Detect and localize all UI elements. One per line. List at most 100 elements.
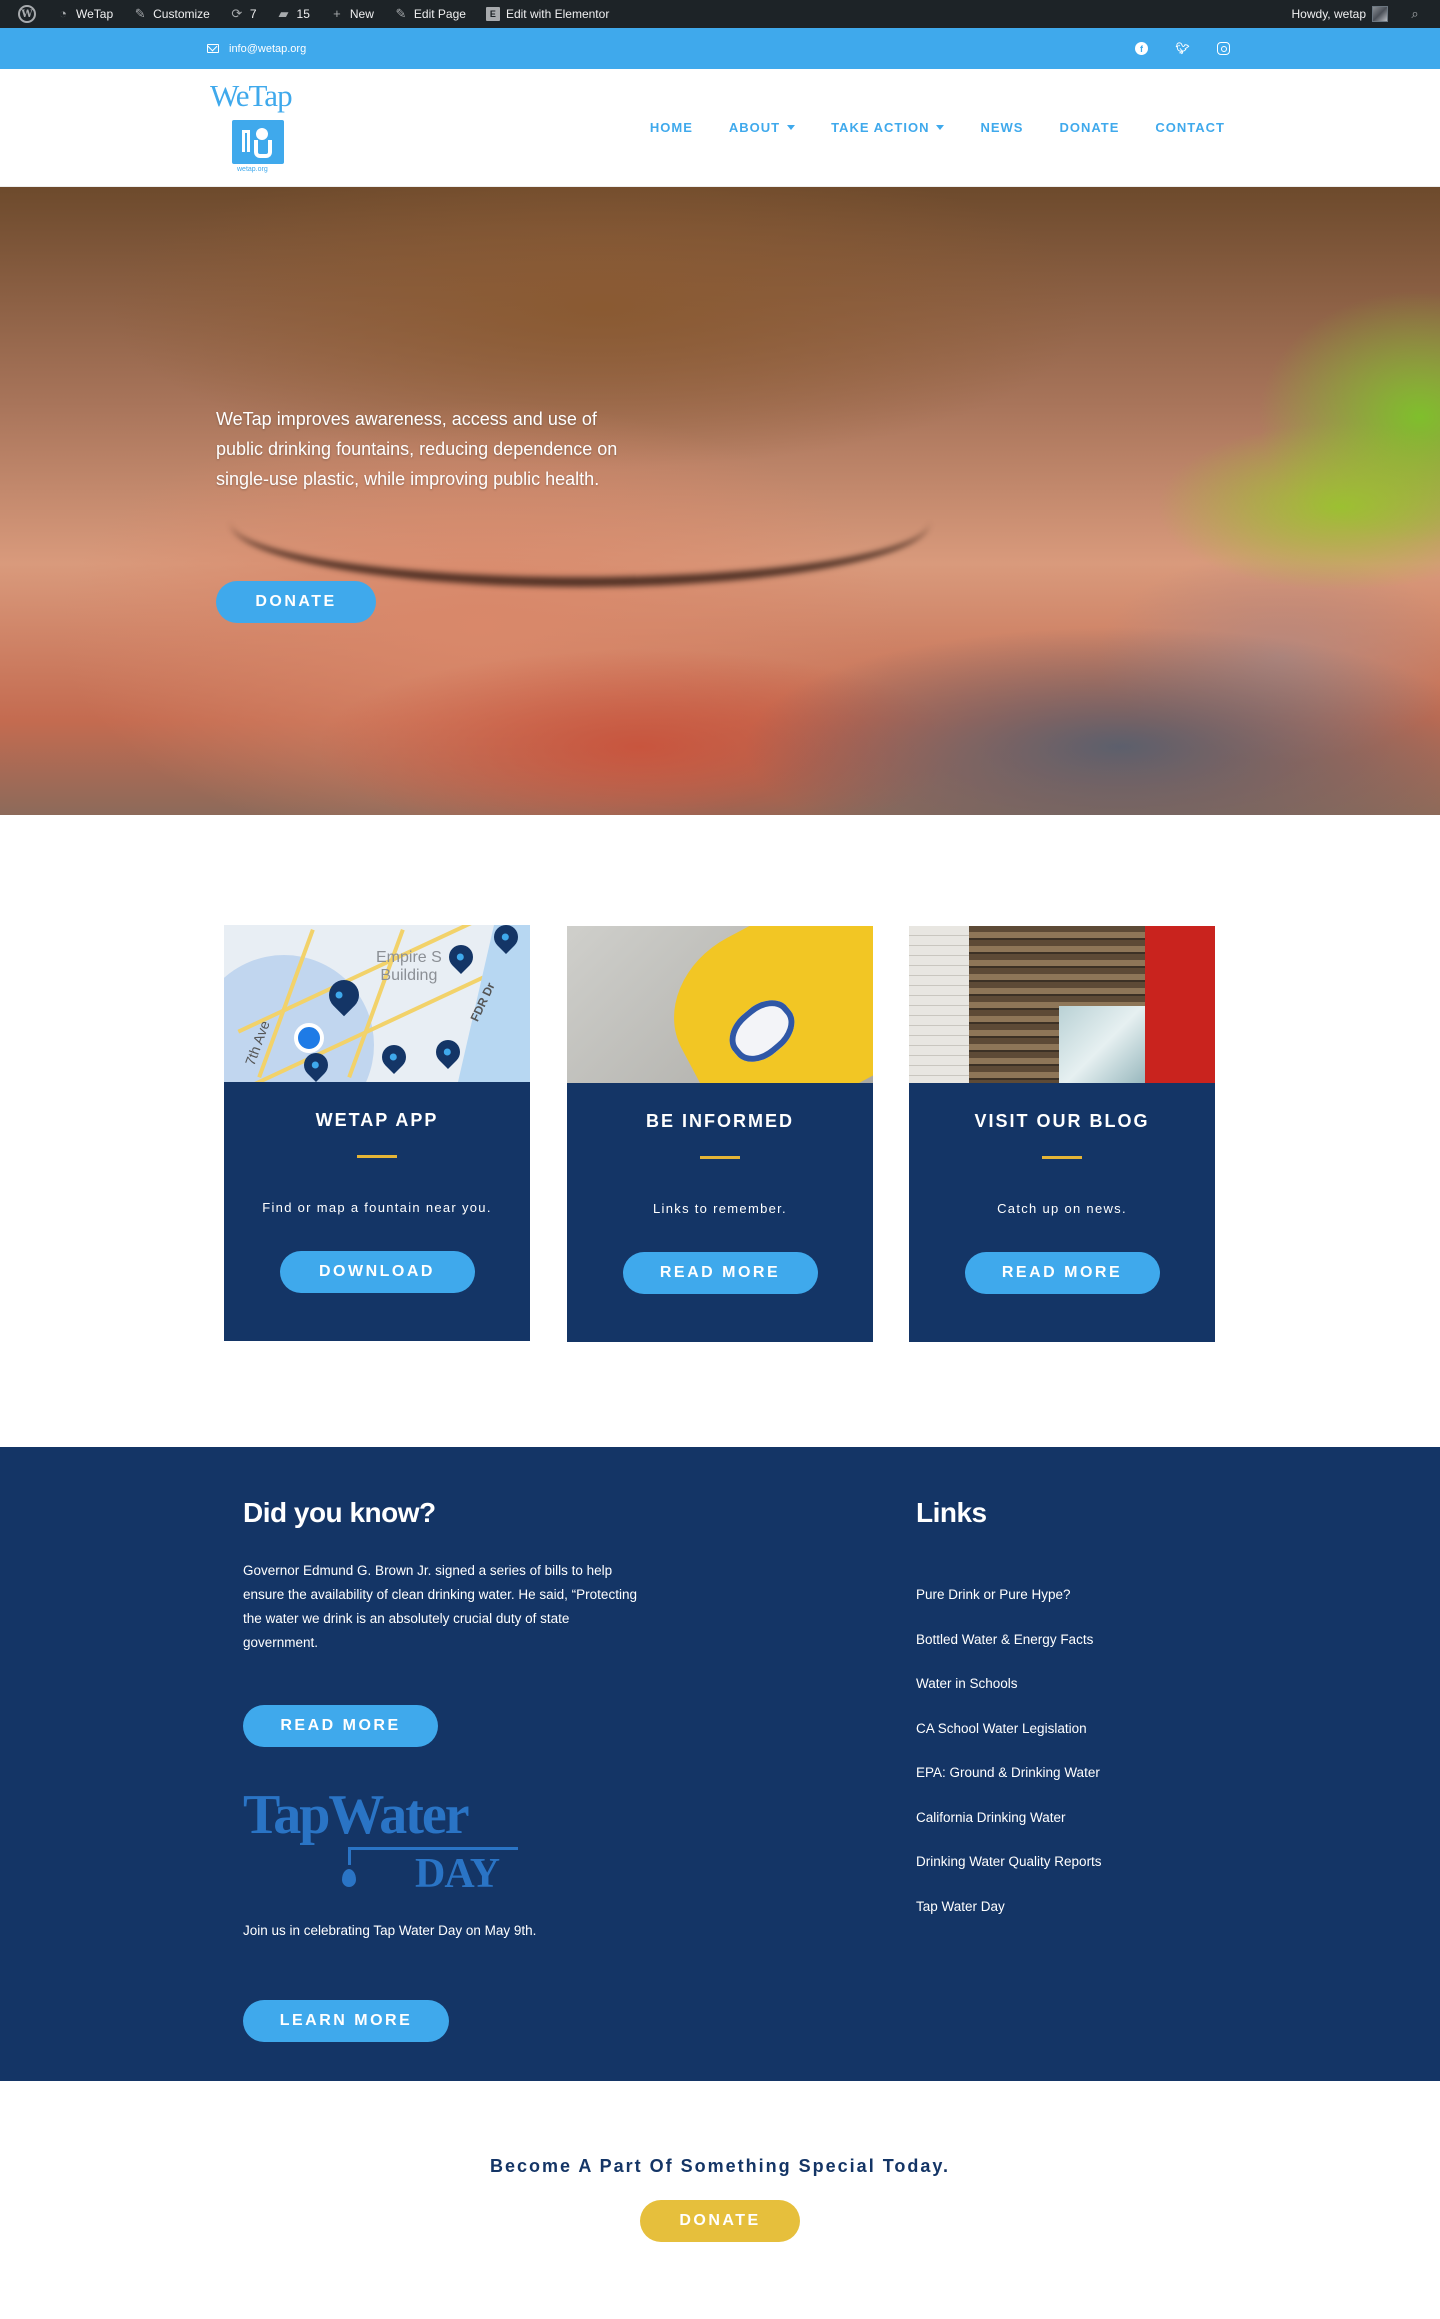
divider	[700, 1156, 740, 1159]
fountain-pin-icon	[377, 1040, 411, 1074]
email-link[interactable]: info@wetap.org	[207, 43, 306, 55]
map-label-line1: Empire S	[376, 949, 442, 966]
cta-donate-button[interactable]: DONATE	[640, 2200, 800, 2242]
link-tap-water-day[interactable]: Tap Water Day	[916, 1899, 1005, 1914]
email-text: info@wetap.org	[229, 42, 307, 55]
customize-label: Customize	[153, 7, 210, 21]
link-water-in-schools[interactable]: Water in Schools	[916, 1676, 1018, 1691]
comments-link[interactable]: ▰ 15	[267, 0, 320, 28]
list-item: Pure Drink or Pure Hype?	[916, 1587, 1102, 1632]
card-title: BE INFORMED	[646, 1111, 794, 1131]
site-name-link[interactable]: ◔ WeTap	[46, 0, 123, 28]
edit-page-label: Edit Page	[413, 7, 466, 21]
fountain-pin-icon	[431, 1035, 465, 1069]
learn-more-button[interactable]: LEARN MORE	[243, 2000, 449, 2042]
updates-link[interactable]: ⟳ 7	[220, 0, 267, 28]
updates-count: 7	[249, 7, 257, 21]
tap-water-day-wordmark: TapWater	[243, 1784, 470, 1846]
cta-text: Become A Part Of Something Special Today…	[489, 2156, 951, 2176]
tap-water-day-logo: TapWater DAY	[243, 1787, 533, 1897]
facebook-icon[interactable]: f	[1135, 42, 1148, 55]
did-you-know-read-more-button[interactable]: READ MORE	[243, 1705, 438, 1747]
nav-news[interactable]: NEWS	[980, 120, 1023, 135]
account-menu[interactable]: Howdy, wetap	[1282, 0, 1398, 28]
instagram-icon[interactable]	[1217, 42, 1230, 55]
card-description: Catch up on news.	[997, 1201, 1127, 1216]
card-be-informed: BE INFORMED Links to remember. READ MORE	[567, 926, 873, 1342]
logo-wordmark: WeTap	[210, 78, 293, 113]
caret-down-icon	[787, 125, 796, 130]
comments-count: 15	[296, 7, 310, 21]
map-image: Empire S Building 7th Ave FDR Dr	[224, 925, 530, 1082]
site-logo[interactable]: WeTap wetap.org	[210, 80, 305, 175]
fountain-pin-icon	[444, 940, 478, 974]
search-icon: ⌕	[1411, 6, 1419, 21]
list-item: Bottled Water & Energy Facts	[916, 1632, 1102, 1677]
did-you-know-section: Did you know? Governor Edmund G. Brown J…	[0, 1447, 1440, 2081]
hero-tagline: WeTap improves awareness, access and use…	[216, 409, 618, 489]
card-wetap-app: Empire S Building 7th Ave FDR Dr WETAP AP…	[224, 925, 530, 1341]
chair-image	[567, 926, 873, 1083]
brush-icon: ✎	[134, 6, 146, 21]
nav-about-label: ABOUT	[728, 120, 781, 135]
caret-down-icon	[936, 125, 945, 130]
site-name-label: WeTap	[76, 7, 114, 21]
card-description: Links to remember.	[653, 1201, 787, 1216]
card-description: Find or map a fountain near you.	[262, 1200, 492, 1215]
download-button[interactable]: DOWNLOAD	[279, 1251, 475, 1293]
link-california-drinking-water[interactable]: California Drinking Water	[916, 1810, 1066, 1825]
customize-link[interactable]: ✎ Customize	[123, 0, 220, 28]
nav-take-action[interactable]: TAKE ACTION	[831, 120, 945, 135]
avatar	[1372, 6, 1388, 22]
link-ca-school-legislation[interactable]: CA School Water Legislation	[916, 1721, 1087, 1736]
social-links: f 🐦︎	[1135, 42, 1230, 55]
link-pure-drink[interactable]: Pure Drink or Pure Hype?	[916, 1587, 1071, 1602]
nav-donate[interactable]: DONATE	[1059, 120, 1119, 135]
admin-bar-right: Howdy, wetap ⌕	[1282, 0, 1432, 28]
envelope-icon	[207, 44, 219, 53]
read-more-button[interactable]: READ MORE	[622, 1252, 818, 1294]
nav-news-label: NEWS	[980, 120, 1024, 135]
card-title: VISIT OUR BLOG	[974, 1111, 1150, 1131]
hero-donate-button[interactable]: DONATE	[216, 581, 376, 623]
nav-about[interactable]: ABOUT	[728, 120, 796, 135]
wordpress-icon: W	[18, 5, 36, 23]
twitter-icon[interactable]: 🐦︎	[1176, 42, 1190, 55]
edit-elementor-label: Edit with Elementor	[505, 7, 610, 21]
nav-home[interactable]: HOME	[650, 120, 693, 135]
list-item: EPA: Ground & Drinking Water	[916, 1765, 1102, 1810]
links-heading: Links	[916, 1497, 987, 1528]
new-label: New	[349, 7, 374, 21]
nav-donate-label: DONATE	[1059, 120, 1120, 135]
pencil-icon: ✎	[395, 6, 407, 21]
card-title: WETAP APP	[315, 1110, 439, 1130]
new-content-link[interactable]: + New	[320, 0, 384, 28]
tap-water-day-word: DAY	[415, 1851, 500, 1897]
link-epa-water[interactable]: EPA: Ground & Drinking Water	[916, 1765, 1100, 1780]
elementor-icon: E	[485, 7, 500, 21]
logo-url: wetap.org	[237, 166, 268, 173]
nav-take-action-label: TAKE ACTION	[831, 120, 930, 135]
edit-elementor-link[interactable]: E Edit with Elementor	[476, 0, 619, 28]
refresh-icon: ⟳	[231, 6, 243, 21]
admin-search-button[interactable]: ⌕	[1398, 0, 1432, 28]
divider	[357, 1155, 397, 1158]
nav-home-label: HOME	[649, 120, 693, 135]
hero-section: WeTap improves awareness, access and use…	[0, 187, 1440, 815]
site-header: WeTap wetap.org HOME ABOUT TAKE ACTION N…	[0, 69, 1440, 187]
list-item: Water in Schools	[916, 1676, 1102, 1721]
dashboard-icon: ◔	[59, 6, 67, 21]
admin-bar: W ◔ WeTap ✎ Customize ⟳ 7 ▰ 15 + New ✎ Edit Pa…	[0, 0, 1440, 28]
wp-logo-button[interactable]: W	[8, 0, 46, 28]
list-item: California Drinking Water	[916, 1810, 1102, 1855]
plus-icon: +	[333, 6, 341, 21]
fountain-icon	[232, 120, 284, 164]
read-more-button[interactable]: READ MORE	[964, 1252, 1160, 1294]
divider	[1042, 1156, 1082, 1159]
edit-page-link[interactable]: ✎ Edit Page	[384, 0, 476, 28]
link-quality-reports[interactable]: Drinking Water Quality Reports	[916, 1854, 1102, 1869]
nav-contact[interactable]: CONTACT	[1155, 120, 1225, 135]
link-bottled-water[interactable]: Bottled Water & Energy Facts	[916, 1632, 1093, 1647]
cta-section: Become A Part Of Something Special Today…	[0, 2081, 1440, 2282]
comment-icon: ▰	[278, 6, 289, 21]
